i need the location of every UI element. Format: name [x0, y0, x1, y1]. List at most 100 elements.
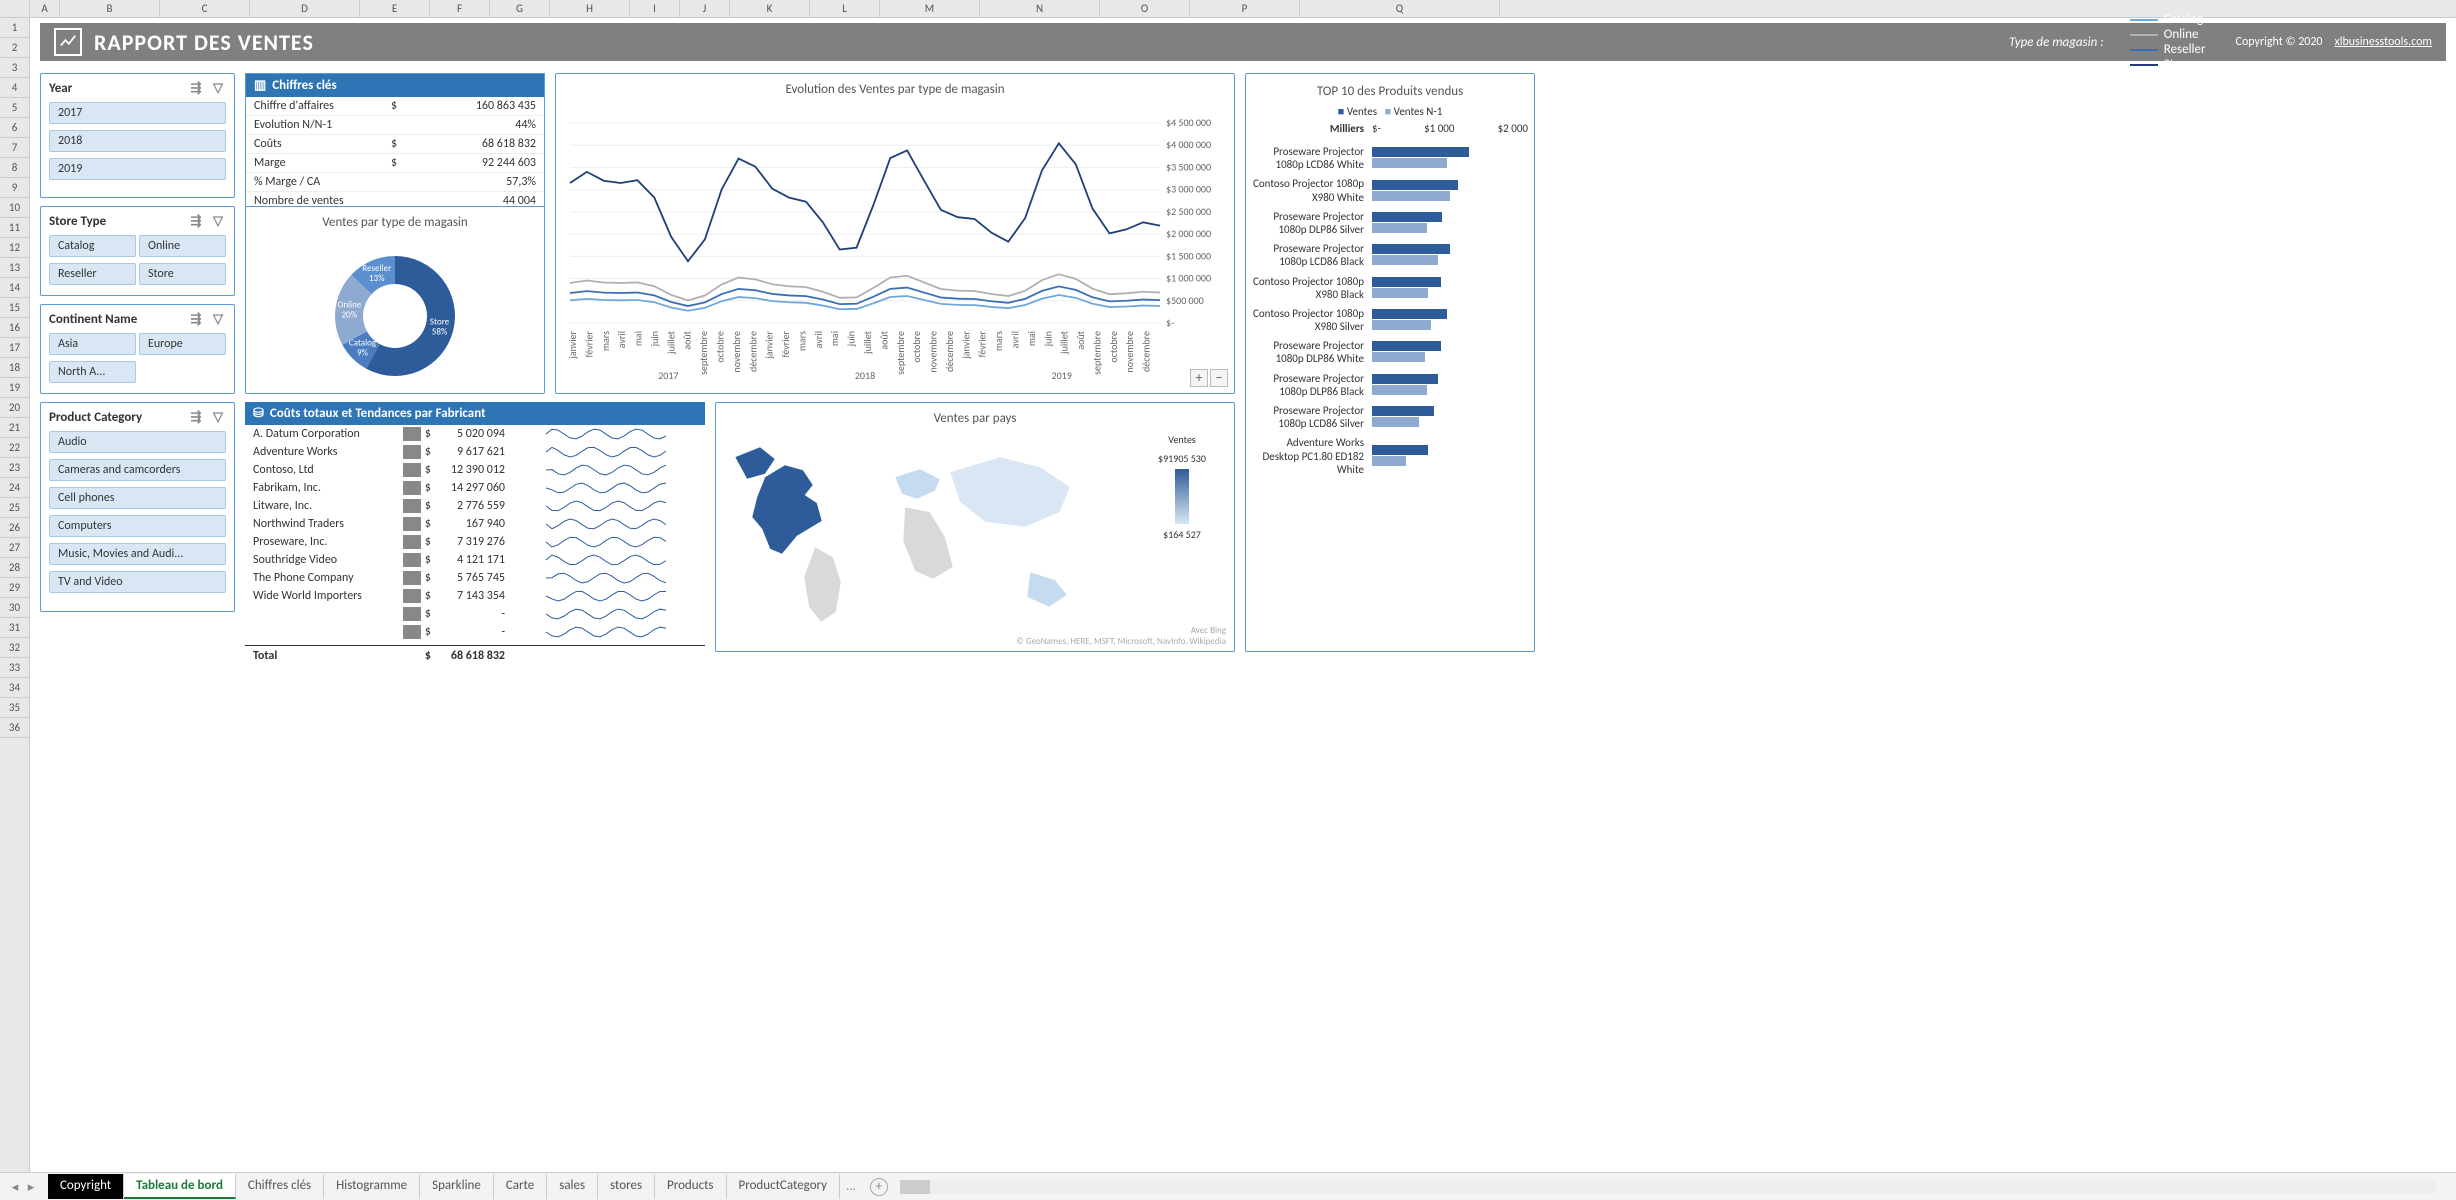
row-header-2[interactable]: 2: [0, 38, 29, 58]
col-header-P[interactable]: P: [1190, 0, 1300, 17]
zoom-in-button[interactable]: +: [1190, 369, 1208, 387]
col-header-B[interactable]: B: [60, 0, 160, 17]
row-header-22[interactable]: 22: [0, 438, 29, 458]
row-header-28[interactable]: 28: [0, 558, 29, 578]
row-header-8[interactable]: 8: [0, 158, 29, 178]
sheet-tab[interactable]: Copyright: [48, 1174, 124, 1199]
sheet-tab[interactable]: Products: [655, 1174, 727, 1199]
clear-filter-icon[interactable]: ▽: [210, 311, 226, 327]
col-header-L[interactable]: L: [810, 0, 880, 17]
sheet-tab[interactable]: stores: [598, 1174, 655, 1199]
slicer-item[interactable]: Cameras and camcorders: [49, 459, 226, 481]
slicer-item[interactable]: 2018: [49, 130, 226, 152]
clear-filter-icon[interactable]: ▽: [210, 80, 226, 96]
world-map[interactable]: [720, 432, 1120, 632]
row-header-3[interactable]: 3: [0, 58, 29, 78]
col-header-D[interactable]: D: [250, 0, 360, 17]
row-header-32[interactable]: 32: [0, 638, 29, 658]
col-header-M[interactable]: M: [880, 0, 980, 17]
line-chart[interactable]: $4 500 000$4 000 000$3 500 000$3 000 000…: [560, 103, 1230, 383]
sheet-tab[interactable]: ProductCategory: [727, 1174, 841, 1199]
multiselect-icon[interactable]: ⇶: [188, 311, 204, 327]
slicer-item[interactable]: Cell phones: [49, 487, 226, 509]
slicer-item[interactable]: 2019: [49, 158, 226, 180]
zoom-out-button[interactable]: −: [1210, 369, 1228, 387]
row-header-19[interactable]: 19: [0, 378, 29, 398]
slicer-item[interactable]: Catalog: [49, 235, 136, 257]
slicer-item[interactable]: Online: [139, 235, 226, 257]
row-header-29[interactable]: 29: [0, 578, 29, 598]
slicer-item[interactable]: TV and Video: [49, 571, 226, 593]
col-header-F[interactable]: F: [430, 0, 490, 17]
row-header-14[interactable]: 14: [0, 278, 29, 298]
sheet-tab[interactable]: sales: [547, 1174, 598, 1199]
row-header-26[interactable]: 26: [0, 518, 29, 538]
slicer-item[interactable]: 2017: [49, 102, 226, 124]
multiselect-icon[interactable]: ⇶: [188, 409, 204, 425]
col-header-O[interactable]: O: [1100, 0, 1190, 17]
clear-filter-icon[interactable]: ▽: [210, 409, 226, 425]
row-header-27[interactable]: 27: [0, 538, 29, 558]
multiselect-icon[interactable]: ⇶: [188, 213, 204, 229]
col-header-H[interactable]: H: [550, 0, 630, 17]
website-link[interactable]: xlbusinesstools.com: [2335, 35, 2432, 49]
tabs-more[interactable]: ...: [840, 1175, 862, 1198]
col-header-I[interactable]: I: [630, 0, 680, 17]
select-all-corner[interactable]: [0, 0, 30, 18]
row-header-15[interactable]: 15: [0, 298, 29, 318]
row-header-13[interactable]: 13: [0, 258, 29, 278]
row-header-36[interactable]: 36: [0, 718, 29, 738]
row-header-6[interactable]: 6: [0, 118, 29, 138]
slicer-item[interactable]: Music, Movies and Audi...: [49, 543, 226, 565]
row-header-23[interactable]: 23: [0, 458, 29, 478]
slicer-item[interactable]: Asia: [49, 333, 136, 355]
row-header-18[interactable]: 18: [0, 358, 29, 378]
slicer-item[interactable]: North A...: [49, 361, 136, 383]
slicer-item[interactable]: Audio: [49, 431, 226, 453]
col-header-E[interactable]: E: [360, 0, 430, 17]
tab-nav-first[interactable]: ◂: [8, 1180, 22, 1194]
sheet-tab[interactable]: Chiffres clés: [236, 1174, 324, 1199]
col-header-K[interactable]: K: [730, 0, 810, 17]
col-header-A[interactable]: A: [30, 0, 60, 17]
row-header-24[interactable]: 24: [0, 478, 29, 498]
row-header-10[interactable]: 10: [0, 198, 29, 218]
row-header-21[interactable]: 21: [0, 418, 29, 438]
row-header-34[interactable]: 34: [0, 678, 29, 698]
row-header-4[interactable]: 4: [0, 78, 29, 98]
row-header-33[interactable]: 33: [0, 658, 29, 678]
row-headers[interactable]: 1234567891011121314151617181920212223242…: [0, 18, 30, 1172]
sheet-tab[interactable]: Tableau de bord: [124, 1174, 236, 1199]
multiselect-icon[interactable]: ⇶: [188, 80, 204, 96]
row-header-5[interactable]: 5: [0, 98, 29, 118]
slicer-item[interactable]: Reseller: [49, 263, 136, 285]
donut-chart[interactable]: Store 58% Catalog 9% Online 20% Reseller…: [250, 236, 540, 386]
row-header-30[interactable]: 30: [0, 598, 29, 618]
new-sheet-button[interactable]: +: [870, 1178, 888, 1196]
row-header-9[interactable]: 9: [0, 178, 29, 198]
sheet-tab[interactable]: Histogramme: [324, 1174, 420, 1199]
row-header-31[interactable]: 31: [0, 618, 29, 638]
horizontal-scrollbar[interactable]: [900, 1180, 2436, 1194]
tab-nav-prev[interactable]: ▸: [24, 1180, 38, 1194]
row-header-12[interactable]: 12: [0, 238, 29, 258]
col-header-C[interactable]: C: [160, 0, 250, 17]
slicer-item[interactable]: Europe: [139, 333, 226, 355]
row-header-20[interactable]: 20: [0, 398, 29, 418]
row-header-7[interactable]: 7: [0, 138, 29, 158]
row-header-1[interactable]: 1: [0, 18, 29, 38]
col-header-G[interactable]: G: [490, 0, 550, 17]
row-header-16[interactable]: 16: [0, 318, 29, 338]
row-header-25[interactable]: 25: [0, 498, 29, 518]
col-header-N[interactable]: N: [980, 0, 1100, 17]
row-header-17[interactable]: 17: [0, 338, 29, 358]
slicer-item[interactable]: Store: [139, 263, 226, 285]
clear-filter-icon[interactable]: ▽: [210, 213, 226, 229]
row-header-11[interactable]: 11: [0, 218, 29, 238]
sheet-tab[interactable]: Sparkline: [420, 1174, 494, 1199]
slicer-item[interactable]: Computers: [49, 515, 226, 537]
col-header-J[interactable]: J: [680, 0, 730, 17]
sheet-tab[interactable]: Carte: [494, 1174, 547, 1199]
row-header-35[interactable]: 35: [0, 698, 29, 718]
col-header-Q[interactable]: Q: [1300, 0, 1500, 17]
